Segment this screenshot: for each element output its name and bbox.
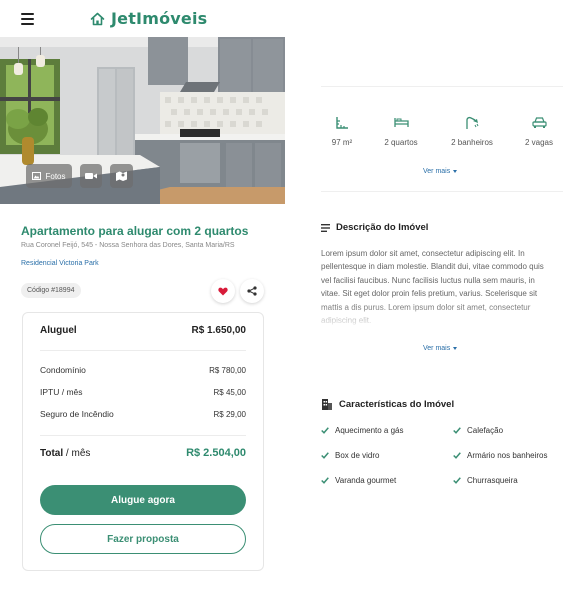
divider bbox=[40, 350, 246, 351]
feature-label: 2 vagas bbox=[524, 138, 554, 147]
total-label: Total / mês bbox=[40, 447, 91, 459]
feature-bathrooms: 2 banheiros bbox=[442, 116, 502, 147]
make-offer-button[interactable]: Fazer proposta bbox=[40, 524, 246, 554]
listing-address: Rua Coronel Feijó, 545 - Nossa Senhora d… bbox=[21, 242, 235, 249]
check-icon bbox=[453, 452, 461, 459]
chevron-down-icon bbox=[453, 347, 458, 350]
image-icon bbox=[32, 172, 42, 180]
divider bbox=[321, 191, 563, 192]
share-button[interactable] bbox=[240, 279, 264, 303]
fee-label: Seguro de Incêndio bbox=[40, 409, 114, 419]
fee-label: Condomínio bbox=[40, 365, 86, 375]
fee-row: Seguro de Incêndio R$ 29,00 bbox=[40, 409, 246, 419]
characteristic-item: Calefação bbox=[453, 426, 503, 435]
fee-value: R$ 29,00 bbox=[213, 409, 246, 419]
fee-value: R$ 780,00 bbox=[209, 365, 246, 375]
characteristics-title: Características do Imóvel bbox=[339, 398, 455, 410]
divider bbox=[321, 86, 563, 87]
hamburger-menu-icon[interactable] bbox=[21, 13, 34, 25]
car-icon bbox=[531, 117, 547, 128]
listing-code-badge: Código #18994 bbox=[21, 283, 81, 298]
check-icon bbox=[453, 477, 461, 484]
bed-icon bbox=[393, 118, 409, 127]
characteristic-item: Box de vidro bbox=[321, 451, 379, 460]
characteristic-item: Armário nos banheiros bbox=[453, 451, 547, 460]
check-icon bbox=[453, 427, 461, 434]
rent-value: R$ 1.650,00 bbox=[191, 325, 247, 336]
feature-label: 2 quartos bbox=[384, 138, 418, 147]
rent-now-button[interactable]: Alugue agora bbox=[40, 485, 246, 515]
share-icon bbox=[247, 286, 257, 296]
video-camera-icon bbox=[85, 173, 97, 179]
total-value: R$ 2.504,00 bbox=[186, 447, 246, 459]
text-lines-icon bbox=[321, 223, 330, 232]
total-row: Total / mês R$ 2.504,00 bbox=[40, 447, 246, 459]
area-icon bbox=[336, 117, 348, 129]
brand-name: JetImóveis bbox=[111, 9, 208, 28]
feature-label: 97 m² bbox=[331, 138, 353, 147]
characteristic-item: Varanda gourmet bbox=[321, 476, 396, 485]
fee-row: Condomínio R$ 780,00 bbox=[40, 365, 246, 375]
divider bbox=[40, 435, 246, 436]
feature-area: 97 m² bbox=[312, 116, 372, 147]
description-title: Descrição do Imóvel bbox=[336, 222, 429, 233]
brand-logo[interactable]: JetImóveis bbox=[90, 9, 207, 28]
description-heading: Descrição do Imóvel bbox=[321, 222, 428, 233]
rent-row: Aluguel R$ 1.650,00 bbox=[40, 325, 246, 336]
check-icon bbox=[321, 477, 329, 484]
photos-button[interactable]: Fotos bbox=[26, 164, 72, 188]
check-icon bbox=[321, 452, 329, 459]
favorite-button[interactable] bbox=[211, 279, 235, 303]
map-icon bbox=[116, 171, 127, 181]
fee-value: R$ 45,00 bbox=[213, 387, 246, 397]
features-see-more-link[interactable]: Ver mais bbox=[423, 168, 458, 175]
feature-parking: 2 vagas bbox=[509, 116, 569, 147]
check-icon bbox=[321, 427, 329, 434]
see-more-label: Ver mais bbox=[423, 168, 451, 175]
price-card: Aluguel R$ 1.650,00 Condomínio R$ 780,00… bbox=[22, 312, 264, 571]
characteristic-item: Aquecimento a gás bbox=[321, 426, 404, 435]
building-icon bbox=[322, 399, 332, 410]
house-icon bbox=[90, 12, 105, 25]
feature-bedrooms: 2 quartos bbox=[371, 116, 431, 147]
characteristic-item: Churrasqueira bbox=[453, 476, 518, 485]
feature-label: 2 banheiros bbox=[451, 138, 493, 147]
condo-link[interactable]: Residencial Victoria Park bbox=[21, 260, 99, 267]
see-more-label: Ver mais bbox=[423, 345, 451, 352]
listing-title: Apartamento para alugar com 2 quartos bbox=[21, 224, 249, 238]
shower-icon bbox=[466, 116, 479, 129]
fee-row: IPTU / mês R$ 45,00 bbox=[40, 387, 246, 397]
characteristics-heading: Características do Imóvel bbox=[321, 398, 454, 410]
rent-label: Aluguel bbox=[40, 325, 77, 336]
fee-label: IPTU / mês bbox=[40, 387, 83, 397]
photos-label: Fotos bbox=[45, 171, 66, 181]
description-see-more-link[interactable]: Ver mais bbox=[423, 345, 458, 352]
description-fade bbox=[321, 303, 557, 329]
chevron-down-icon bbox=[453, 170, 458, 173]
heart-icon bbox=[218, 287, 228, 295]
video-button[interactable] bbox=[80, 164, 102, 188]
map-button[interactable] bbox=[110, 164, 133, 188]
